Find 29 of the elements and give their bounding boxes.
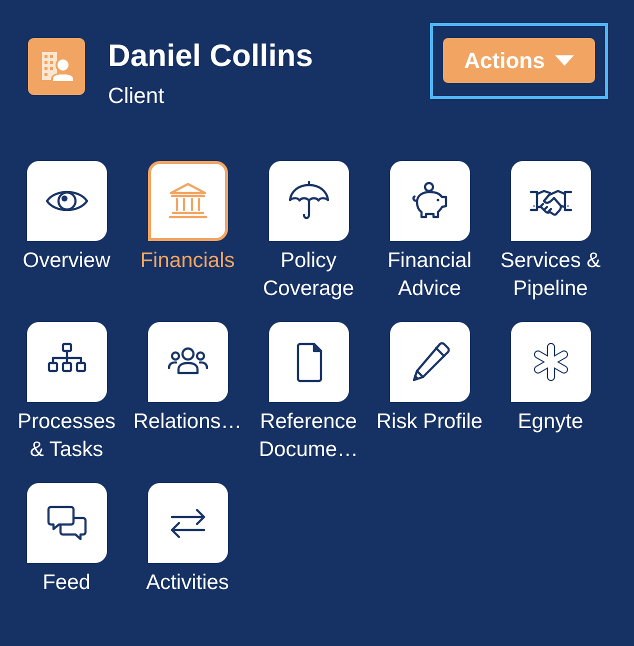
tile-label: Processes & Tasks: [16, 409, 117, 463]
nav-tile[interactable]: [26, 483, 106, 563]
tile-label: Services & Pipeline: [499, 248, 602, 302]
tile-label: Financial Advice: [386, 248, 473, 302]
nav-tile[interactable]: [148, 161, 228, 241]
caret-icon: [554, 55, 574, 66]
nav-tile[interactable]: [390, 161, 470, 241]
tile-label: Reference Docume…: [258, 409, 360, 463]
nav-tile[interactable]: [510, 161, 590, 241]
nav-tile[interactable]: [268, 161, 348, 241]
nav-tile[interactable]: [148, 483, 228, 563]
nav-tile[interactable]: [26, 161, 106, 241]
tile-label: Overview: [22, 248, 110, 274]
tile-label: Risk Profile: [376, 409, 483, 435]
tile-label: Relations…: [133, 409, 242, 435]
account-avatar-icon: [28, 38, 85, 95]
record-type: Client: [108, 82, 166, 110]
actions-button[interactable]: Actions: [443, 38, 595, 83]
tile-label: Financials: [140, 248, 235, 274]
tile-label: Activities: [146, 570, 229, 596]
tile-label: Feed: [42, 570, 90, 596]
nav-tile[interactable]: [268, 322, 348, 402]
nav-tile[interactable]: [26, 322, 106, 402]
nav-tile[interactable]: [148, 322, 228, 402]
nav-tile[interactable]: [390, 322, 470, 402]
tile-label: Egnyte: [518, 409, 584, 435]
tile-label: Policy Coverage: [262, 248, 356, 302]
nav-tile[interactable]: [510, 322, 590, 402]
record-name: Daniel Collins: [108, 38, 314, 74]
